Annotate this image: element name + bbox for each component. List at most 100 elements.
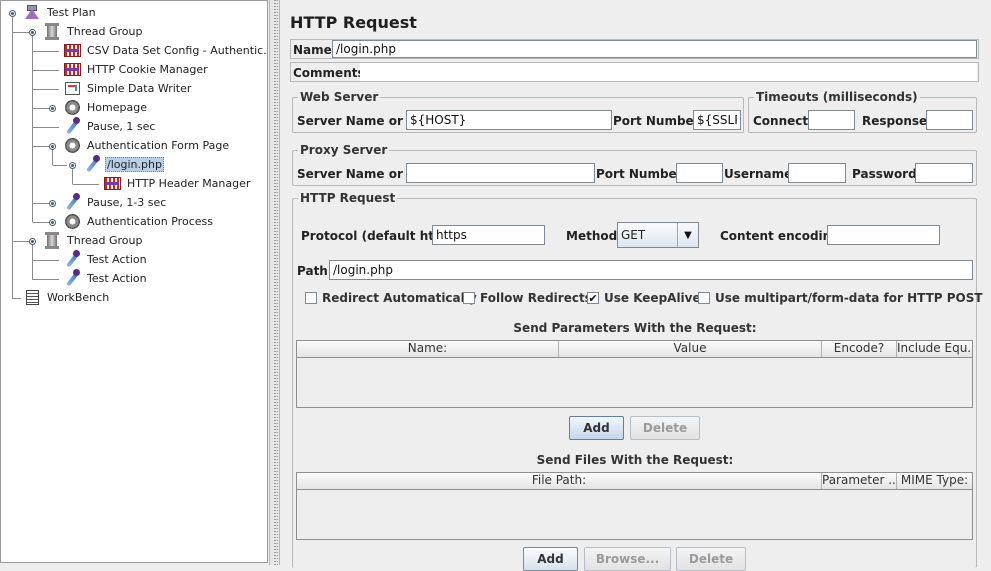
tree-item-homepage[interactable]: Homepage — [63, 98, 149, 117]
tree-toggle-thread-group-1[interactable] — [29, 29, 36, 36]
tree-toggle-auth-process[interactable] — [49, 219, 56, 226]
proxy-port-label: Port Number: — [596, 167, 688, 181]
tree-item-label: Pause, 1-3 sec — [87, 196, 167, 209]
checkbox-label: Redirect Automatically — [322, 291, 477, 305]
server-name-input[interactable] — [406, 110, 612, 130]
tree-toggle-homepage[interactable] — [49, 105, 56, 112]
tree-toggle-thread-group-2[interactable] — [29, 238, 36, 245]
tree-item-label: WorkBench — [47, 291, 110, 304]
column-header[interactable]: Name: — [297, 341, 559, 357]
files-table[interactable]: File Path: Parameter ... MIME Type: — [296, 472, 973, 540]
proxy-server-input[interactable] — [406, 163, 595, 183]
tree-item-label: Pause, 1 sec — [87, 120, 156, 133]
test-plan-tree[interactable]: Test Plan Thread Group CSV Data Set Conf… — [0, 0, 268, 563]
method-label: Method: — [566, 229, 622, 243]
table-header: Name: Value Encode? Include Equ... — [297, 341, 972, 358]
tree-item-test-plan[interactable]: Test Plan — [23, 3, 98, 22]
content-encoding-label: Content encoding: — [720, 229, 845, 243]
column-header[interactable]: MIME Type: — [897, 473, 972, 489]
tree-item-label: Thread Group — [67, 25, 143, 38]
tree-item-thread-group[interactable]: Thread Group — [43, 231, 144, 250]
tree-item-http-cookie-manager[interactable]: HTTP Cookie Manager — [63, 60, 210, 79]
connect-label: Connect: — [753, 114, 813, 128]
tree-item-test-action[interactable]: Test Action — [63, 269, 149, 288]
gear-icon — [63, 212, 82, 231]
path-input[interactable] — [329, 260, 973, 280]
pipette-icon — [63, 193, 82, 212]
redirect-automatically-checkbox[interactable]: Redirect Automatically — [305, 291, 477, 305]
tree-item-label: HTTP Cookie Manager — [87, 63, 208, 76]
tree-item-pause-1-3-sec[interactable]: Pause, 1-3 sec — [63, 193, 168, 212]
column-header[interactable]: File Path: — [297, 473, 822, 489]
tree-item-simple-data-writer[interactable]: Simple Data Writer — [63, 79, 193, 98]
response-label: Response: — [862, 114, 932, 128]
delete-file-button[interactable]: Delete — [676, 547, 746, 571]
method-value: GET — [621, 228, 646, 242]
follow-redirects-checkbox[interactable]: Follow Redirects — [463, 291, 592, 305]
name-input[interactable] — [332, 40, 977, 58]
password-label: Password — [852, 167, 917, 181]
port-number-input[interactable] — [693, 110, 741, 130]
split-pane-divider[interactable] — [269, 0, 280, 565]
tree-toggle-test-plan[interactable] — [9, 10, 16, 17]
http-request-group-title: HTTP Request — [298, 191, 398, 205]
tree-item-label: Authentication Process — [87, 215, 213, 228]
tree-item-label: CSV Data Set Config - Authentic... — [87, 44, 268, 57]
tree-item-test-action[interactable]: Test Action — [63, 250, 149, 269]
checkbox-box[interactable] — [463, 292, 475, 304]
http-request-panel: HTTP Request Name: Comments: Web Server … — [282, 0, 991, 571]
column-header[interactable]: Parameter ... — [822, 473, 897, 489]
tree-toggle-login-php[interactable] — [69, 162, 76, 169]
password-input[interactable] — [915, 163, 973, 183]
checkbox-box[interactable] — [305, 292, 317, 304]
pipette-icon — [63, 117, 82, 136]
add-file-button[interactable]: Add — [523, 547, 578, 571]
content-encoding-input[interactable] — [827, 225, 940, 245]
tree-item-label: Authentication Form Page — [87, 139, 230, 152]
multipart-form-data-checkbox[interactable]: Use multipart/form-data for HTTP POST — [698, 291, 983, 305]
tree-item-thread-group[interactable]: Thread Group — [43, 22, 144, 41]
use-keepalive-checkbox[interactable]: ✔ Use KeepAlive — [587, 291, 701, 305]
column-header[interactable]: Include Equ... — [897, 341, 972, 357]
username-input[interactable] — [788, 163, 846, 183]
parameters-table[interactable]: Name: Value Encode? Include Equ... — [296, 340, 973, 408]
connect-timeout-input[interactable] — [808, 110, 855, 130]
tree-toggle-pause-1-3[interactable] — [49, 200, 56, 207]
protocol-input[interactable] — [432, 225, 545, 245]
spool-icon — [43, 231, 62, 250]
tree-item-label: /login.php — [105, 157, 164, 172]
tree-item-pause-1-sec[interactable]: Pause, 1 sec — [63, 117, 157, 136]
flask-icon — [23, 3, 42, 22]
column-header[interactable]: Encode? — [822, 341, 897, 357]
tree-item-login-php[interactable]: /login.php — [83, 155, 164, 174]
delete-parameter-button[interactable]: Delete — [630, 416, 700, 440]
tree-item-http-header-manager[interactable]: HTTP Header Manager — [103, 174, 252, 193]
chevron-down-icon[interactable]: ▼ — [677, 223, 698, 247]
tree-item-workbench[interactable]: WorkBench — [23, 288, 111, 307]
config-icon — [103, 174, 122, 193]
gear-icon — [63, 98, 82, 117]
page-title: HTTP Request — [290, 13, 417, 32]
add-parameter-button[interactable]: Add — [569, 416, 624, 440]
comments-input[interactable] — [360, 63, 977, 81]
checkbox-box[interactable] — [698, 292, 710, 304]
tree-item-label: Simple Data Writer — [87, 82, 192, 95]
check-icon[interactable]: ✔ — [587, 292, 599, 304]
response-timeout-input[interactable] — [926, 110, 973, 130]
workbench-icon — [23, 288, 42, 307]
method-select[interactable]: GET ▼ — [617, 222, 699, 248]
tree-item-authentication-process[interactable]: Authentication Process — [63, 212, 215, 231]
tree-toggle-auth-form-page[interactable] — [49, 143, 56, 150]
column-header[interactable]: Value — [559, 341, 822, 357]
name-label: Name: — [293, 43, 337, 57]
writer-icon — [63, 79, 82, 98]
tree-item-authentication-form-page[interactable]: Authentication Form Page — [63, 136, 231, 155]
tree-item-csv-data-set-config[interactable]: CSV Data Set Config - Authentic... — [63, 41, 268, 60]
pipette-icon — [63, 250, 82, 269]
checkbox-label: Follow Redirects — [480, 291, 592, 305]
comments-label: Comments: — [293, 66, 370, 80]
path-label: Path: — [297, 264, 333, 278]
tree-item-label: Test Action — [87, 272, 147, 285]
browse-file-button[interactable]: Browse... — [584, 547, 671, 571]
proxy-port-input[interactable] — [676, 163, 723, 183]
